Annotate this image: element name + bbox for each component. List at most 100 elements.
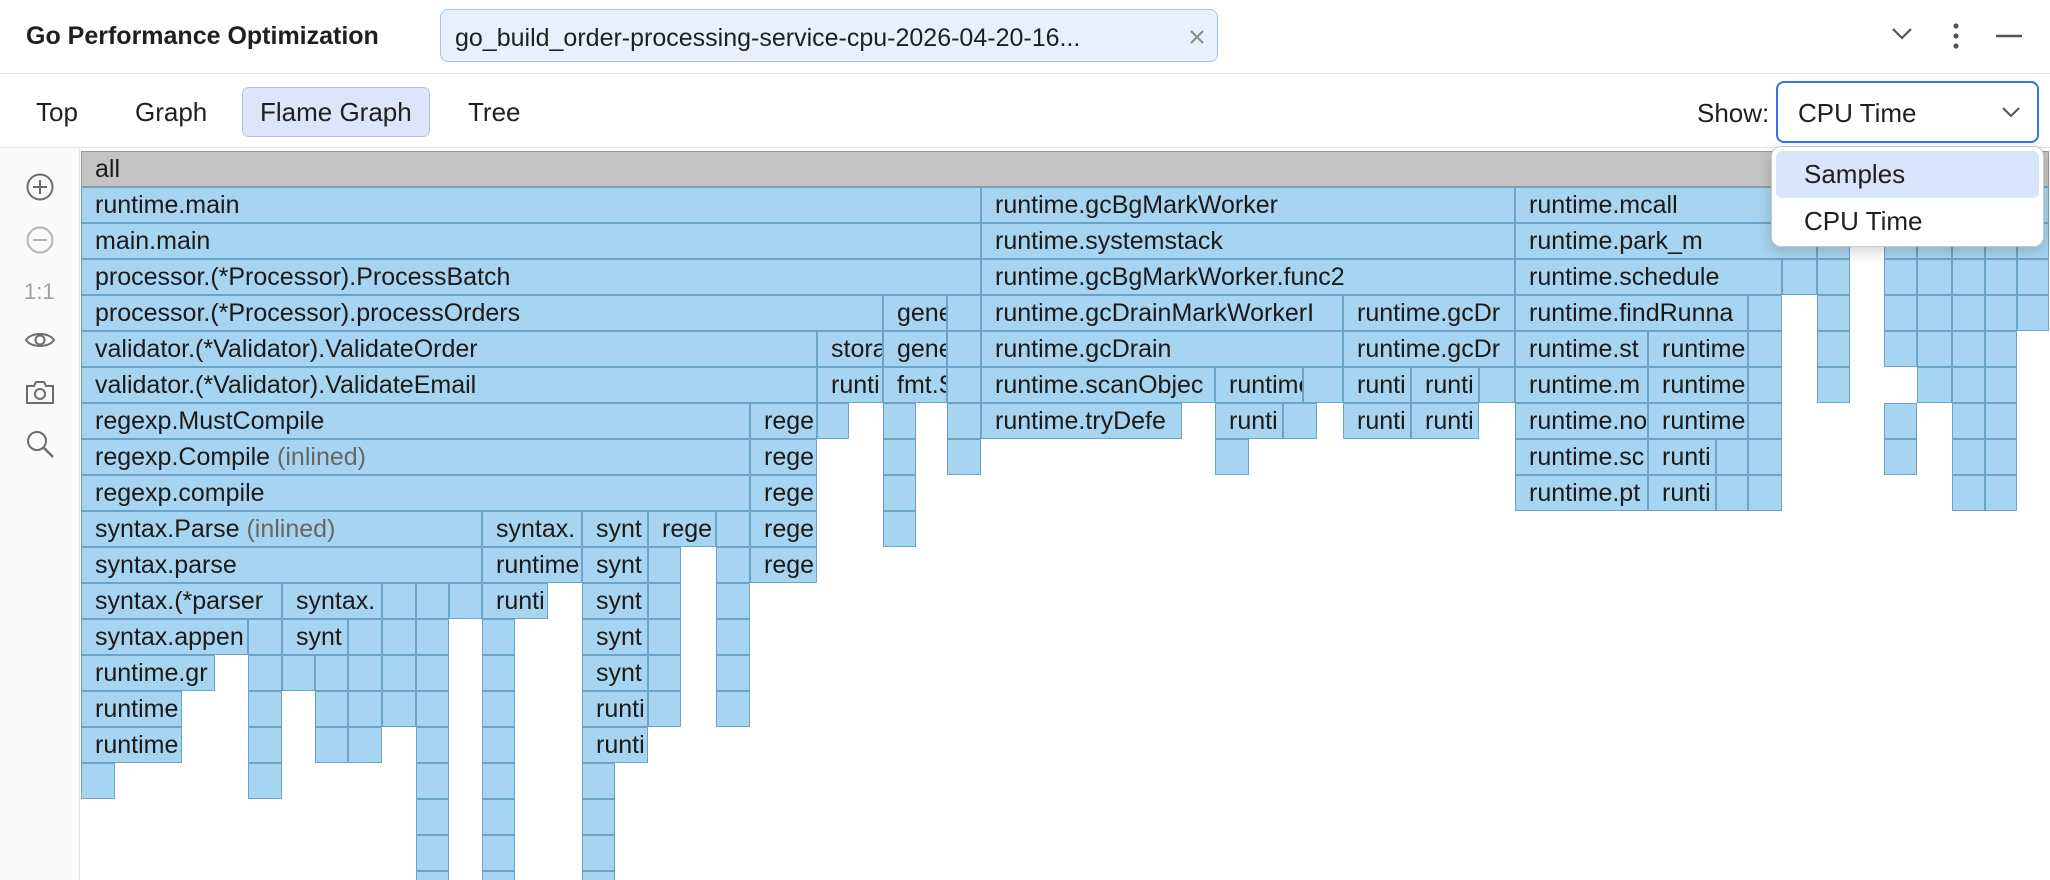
flame-frame-narrow[interactable]	[716, 583, 750, 619]
flame-frame[interactable]: synt	[582, 583, 648, 619]
flame-frame[interactable]: runtime.main	[81, 187, 981, 223]
flame-frame-narrow[interactable]	[1952, 403, 1985, 439]
flame-frame-narrow[interactable]	[1748, 295, 1782, 331]
flame-frame-narrow[interactable]	[1817, 331, 1850, 367]
flame-frame[interactable]: runtime.sc	[1515, 439, 1648, 475]
flame-frame[interactable]: syntax.Parse (inlined)	[81, 511, 482, 547]
flame-frame-narrow[interactable]	[482, 835, 515, 871]
flame-frame-narrow[interactable]	[1952, 367, 1985, 403]
zoom-out-icon[interactable]	[24, 224, 56, 256]
flame-frame-narrow[interactable]	[1952, 331, 1985, 367]
flame-frame-narrow[interactable]	[315, 727, 348, 763]
flame-frame-narrow[interactable]	[947, 403, 981, 439]
flame-frame[interactable]: rege	[750, 475, 817, 511]
flame-frame-narrow[interactable]	[482, 655, 515, 691]
flame-frame[interactable]: runtime.gcBgMarkWorker.func2	[981, 259, 1515, 295]
more-options-icon[interactable]	[1950, 22, 1962, 50]
flame-frame-narrow[interactable]	[315, 655, 348, 691]
flame-frame[interactable]: runtime.gcDr	[1343, 331, 1515, 367]
flame-frame[interactable]: gene	[883, 295, 947, 331]
flame-frame[interactable]: runti	[1411, 367, 1479, 403]
flame-frame-narrow[interactable]	[1748, 475, 1782, 511]
flame-frame-narrow[interactable]	[416, 727, 449, 763]
search-icon[interactable]	[24, 428, 56, 460]
flame-frame-narrow[interactable]	[1952, 475, 1985, 511]
flame-frame[interactable]: runti	[482, 583, 548, 619]
flame-frame[interactable]: runti	[1411, 403, 1479, 439]
flame-frame-narrow[interactable]	[1303, 367, 1343, 403]
flame-frame-narrow[interactable]	[1748, 367, 1782, 403]
flame-frame[interactable]: runtime.schedule	[1515, 259, 1782, 295]
flame-frame-narrow[interactable]	[282, 655, 315, 691]
flame-frame-narrow[interactable]	[1985, 403, 2017, 439]
flame-frame-narrow[interactable]	[716, 655, 750, 691]
flame-frame-narrow[interactable]	[648, 547, 681, 583]
flame-frame-narrow[interactable]	[582, 835, 615, 871]
flame-frame-narrow[interactable]	[1884, 295, 1917, 331]
flame-frame-narrow[interactable]	[2017, 259, 2049, 295]
flame-frame[interactable]: runtime.no	[1515, 403, 1648, 439]
flame-frame-narrow[interactable]	[947, 439, 981, 475]
eye-icon[interactable]	[24, 324, 56, 356]
flame-frame[interactable]: gene	[883, 331, 947, 367]
flame-frame-narrow[interactable]	[1884, 439, 1917, 475]
flame-frame[interactable]: syntax.appen	[81, 619, 248, 655]
tab-tree[interactable]: Tree	[450, 87, 539, 137]
flame-frame-narrow[interactable]	[348, 619, 382, 655]
flame-frame-narrow[interactable]	[416, 871, 449, 880]
flame-frame-narrow[interactable]	[947, 295, 981, 331]
flame-frame[interactable]: runtime.st	[1515, 331, 1648, 367]
flame-frame-narrow[interactable]	[883, 403, 916, 439]
flame-frame[interactable]: runtime.systemstack	[981, 223, 1515, 259]
flame-frame[interactable]: regexp.MustCompile	[81, 403, 750, 439]
flame-frame-narrow[interactable]	[1917, 259, 1952, 295]
flame-frame-narrow[interactable]	[1782, 259, 1817, 295]
flame-frame[interactable]: runti	[582, 727, 648, 763]
minimize-icon[interactable]	[1995, 34, 2023, 38]
flame-frame-narrow[interactable]	[947, 331, 981, 367]
flame-frame-narrow[interactable]	[582, 799, 615, 835]
flame-frame-narrow[interactable]	[482, 871, 515, 880]
flame-frame-narrow[interactable]	[1952, 295, 1985, 331]
flame-frame-narrow[interactable]	[1917, 331, 1952, 367]
flame-frame-narrow[interactable]	[382, 655, 416, 691]
flame-frame[interactable]: processor.(*Processor).ProcessBatch	[81, 259, 981, 295]
profile-file-tab[interactable]: go_build_order-processing-service-cpu-20…	[440, 9, 1218, 62]
flame-frame-narrow[interactable]	[1985, 259, 2017, 295]
flame-frame[interactable]: runti	[1343, 367, 1411, 403]
flame-frame-narrow[interactable]	[482, 727, 515, 763]
flame-frame-narrow[interactable]	[1952, 439, 1985, 475]
flame-frame-narrow[interactable]	[348, 691, 382, 727]
flame-frame-narrow[interactable]	[648, 583, 681, 619]
flame-frame[interactable]: syntax.	[282, 583, 382, 619]
flame-frame-narrow[interactable]	[883, 475, 916, 511]
flame-frame[interactable]: syntax.	[482, 511, 582, 547]
flame-frame-narrow[interactable]	[382, 583, 416, 619]
flame-frame[interactable]: runtime.gcDrainMarkWorkerI	[981, 295, 1343, 331]
flame-frame[interactable]: runtime	[81, 691, 182, 727]
flame-frame-narrow[interactable]	[1917, 295, 1952, 331]
flame-frame-narrow[interactable]	[1884, 259, 1917, 295]
close-icon[interactable]	[1187, 27, 1207, 47]
flame-frame[interactable]: runtime.gcDrain	[981, 331, 1343, 367]
flame-frame-narrow[interactable]	[382, 619, 416, 655]
flame-frame-narrow[interactable]	[81, 763, 115, 799]
flame-frame-narrow[interactable]	[817, 403, 849, 439]
flame-frame-narrow[interactable]	[1716, 475, 1748, 511]
flame-frame-narrow[interactable]	[416, 691, 449, 727]
reset-zoom-button[interactable]: 1:1	[24, 279, 55, 305]
flame-frame-narrow[interactable]	[1985, 439, 2017, 475]
flame-frame-narrow[interactable]	[248, 763, 282, 799]
flame-frame-narrow[interactable]	[482, 763, 515, 799]
flame-frame-narrow[interactable]	[482, 619, 515, 655]
flame-frame-narrow[interactable]	[1479, 367, 1515, 403]
flame-frame-narrow[interactable]	[1283, 403, 1317, 439]
flame-frame-narrow[interactable]	[1985, 367, 2017, 403]
flame-frame-narrow[interactable]	[482, 799, 515, 835]
flame-frame-narrow[interactable]	[1884, 331, 1917, 367]
flame-root-frame[interactable]: all	[81, 151, 2049, 187]
flame-frame-narrow[interactable]	[716, 619, 750, 655]
flame-frame[interactable]: runtime	[1648, 403, 1748, 439]
flame-frame[interactable]: rege	[750, 403, 817, 439]
flame-frame-narrow[interactable]	[716, 547, 750, 583]
